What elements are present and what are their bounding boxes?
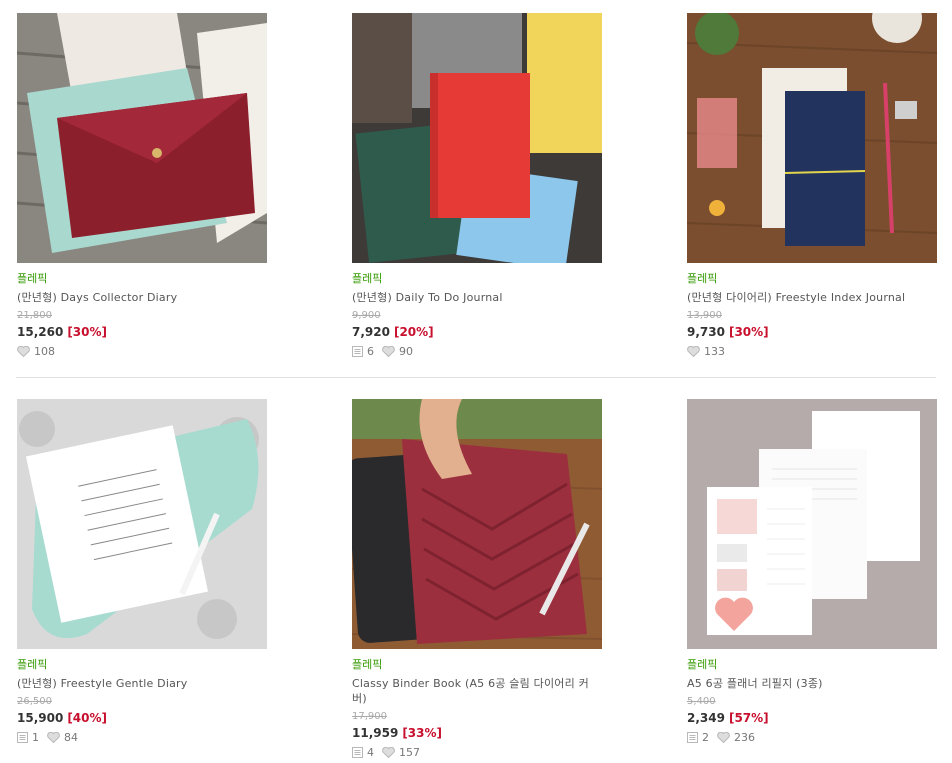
product-card[interactable]: 플레픽 Classy Binder Book (A5 6공 슬림 다이어리 커버… bbox=[352, 399, 602, 760]
brand-label[interactable]: 플레픽 bbox=[687, 658, 937, 672]
review-count-value: 6 bbox=[367, 345, 374, 358]
review-count[interactable]: 4 bbox=[352, 745, 374, 760]
original-price: 21,800 bbox=[17, 310, 52, 321]
sale-price: 7,920 bbox=[352, 325, 390, 339]
product-name[interactable]: (만년형) Days Collector Diary bbox=[17, 290, 262, 305]
product-image[interactable] bbox=[352, 399, 602, 649]
sale-price: 11,959 bbox=[352, 726, 399, 740]
heart-icon bbox=[687, 346, 700, 357]
original-price: 5,400 bbox=[687, 696, 716, 707]
like-count[interactable]: 90 bbox=[382, 344, 413, 359]
original-price: 13,900 bbox=[687, 310, 722, 321]
like-count-value: 236 bbox=[734, 731, 755, 744]
review-count[interactable]: 6 bbox=[352, 344, 374, 359]
like-count-value: 157 bbox=[399, 746, 420, 759]
like-count-value: 133 bbox=[704, 345, 725, 358]
like-count-value: 108 bbox=[34, 345, 55, 358]
product-image[interactable] bbox=[17, 13, 267, 263]
sale-price: 9,730 bbox=[687, 325, 725, 339]
discount-rate: [57%] bbox=[728, 711, 769, 725]
product-stats: 4 157 bbox=[352, 745, 602, 760]
like-count[interactable]: 108 bbox=[17, 344, 55, 359]
discount-rate: [20%] bbox=[393, 325, 434, 339]
price-line: 11,959 [33%] bbox=[352, 725, 602, 741]
review-count[interactable]: 2 bbox=[687, 730, 709, 745]
product-image[interactable] bbox=[17, 399, 267, 649]
product-image[interactable] bbox=[687, 399, 937, 649]
product-name[interactable]: (만년형) Freestyle Gentle Diary bbox=[17, 676, 262, 691]
like-count[interactable]: 84 bbox=[47, 730, 78, 745]
sale-price: 15,900 bbox=[17, 711, 64, 725]
product-name[interactable]: (만년형) Daily To Do Journal bbox=[352, 290, 597, 305]
heart-icon bbox=[382, 747, 395, 758]
review-count-value: 2 bbox=[702, 731, 709, 744]
heart-icon bbox=[717, 732, 730, 743]
product-name[interactable]: A5 6공 플래너 리필지 (3종) bbox=[687, 676, 932, 691]
product-stats: 133 bbox=[687, 344, 937, 359]
heart-icon bbox=[17, 346, 30, 357]
like-count-value: 84 bbox=[64, 731, 78, 744]
review-icon bbox=[352, 747, 363, 758]
product-image[interactable] bbox=[352, 13, 602, 263]
product-card[interactable]: 플레픽 A5 6공 플래너 리필지 (3종) 5,400 2,349 [57%] … bbox=[687, 399, 937, 745]
product-card[interactable]: 플레픽 (만년형) Daily To Do Journal 9,900 7,92… bbox=[352, 13, 602, 359]
brand-label[interactable]: 플레픽 bbox=[17, 272, 267, 286]
heart-icon bbox=[47, 732, 60, 743]
review-count-value: 4 bbox=[367, 746, 374, 759]
product-stats: 2 236 bbox=[687, 730, 937, 745]
heart-icon bbox=[382, 346, 395, 357]
product-card[interactable]: 플레픽 (만년형) Days Collector Diary 21,800 15… bbox=[17, 13, 267, 359]
product-card[interactable]: 플레픽 (만년형) Freestyle Gentle Diary 26,500 … bbox=[17, 399, 267, 745]
original-price: 9,900 bbox=[352, 310, 381, 321]
product-stats: 1 84 bbox=[17, 730, 267, 745]
price-line: 7,920 [20%] bbox=[352, 324, 602, 340]
like-count[interactable]: 236 bbox=[717, 730, 755, 745]
brand-label[interactable]: 플레픽 bbox=[17, 658, 267, 672]
review-icon bbox=[687, 732, 698, 743]
review-icon bbox=[352, 346, 363, 357]
review-count-value: 1 bbox=[32, 731, 39, 744]
like-count-value: 90 bbox=[399, 345, 413, 358]
original-price: 26,500 bbox=[17, 696, 52, 707]
price-line: 15,900 [40%] bbox=[17, 710, 267, 726]
product-image[interactable] bbox=[687, 13, 937, 263]
product-stats: 108 bbox=[17, 344, 267, 359]
discount-rate: [30%] bbox=[728, 325, 769, 339]
product-card[interactable]: 플레픽 (만년형 다이어리) Freestyle Index Journal 1… bbox=[687, 13, 937, 359]
sale-price: 15,260 bbox=[17, 325, 64, 339]
row-divider bbox=[16, 377, 936, 378]
price-line: 2,349 [57%] bbox=[687, 710, 937, 726]
price-line: 9,730 [30%] bbox=[687, 324, 937, 340]
brand-label[interactable]: 플레픽 bbox=[352, 658, 602, 672]
review-count[interactable]: 1 bbox=[17, 730, 39, 745]
brand-label[interactable]: 플레픽 bbox=[352, 272, 602, 286]
discount-rate: [30%] bbox=[67, 325, 108, 339]
brand-label[interactable]: 플레픽 bbox=[687, 272, 937, 286]
like-count[interactable]: 133 bbox=[687, 344, 725, 359]
original-price: 17,900 bbox=[352, 711, 387, 722]
sale-price: 2,349 bbox=[687, 711, 725, 725]
product-name[interactable]: Classy Binder Book (A5 6공 슬림 다이어리 커버) bbox=[352, 676, 597, 706]
like-count[interactable]: 157 bbox=[382, 745, 420, 760]
product-stats: 6 90 bbox=[352, 344, 602, 359]
price-line: 15,260 [30%] bbox=[17, 324, 267, 340]
discount-rate: [33%] bbox=[402, 726, 443, 740]
review-icon bbox=[17, 732, 28, 743]
product-name[interactable]: (만년형 다이어리) Freestyle Index Journal bbox=[687, 290, 932, 305]
discount-rate: [40%] bbox=[67, 711, 108, 725]
